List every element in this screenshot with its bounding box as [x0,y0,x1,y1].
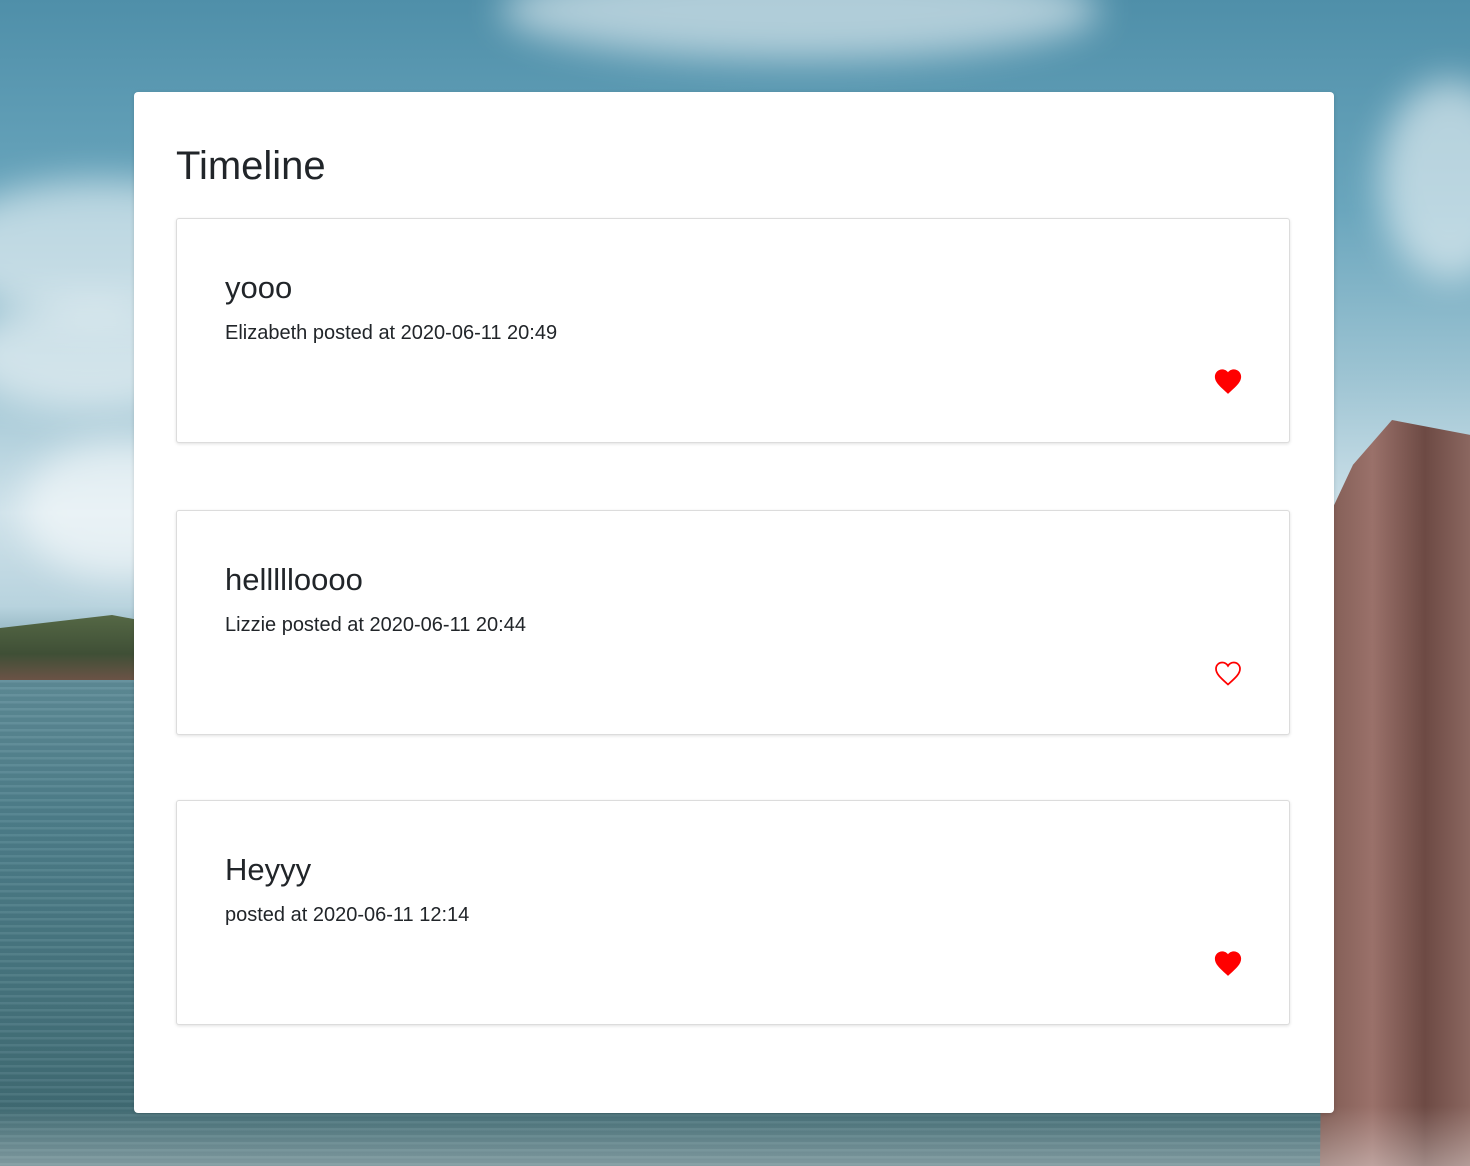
post-card: Heyyy posted at 2020-06-11 12:14 [176,800,1290,1025]
post-title: hellllloooo [225,562,363,597]
post-card: yooo Elizabeth posted at 2020-06-11 20:4… [176,218,1290,443]
post-title: Heyyy [225,852,312,887]
heart-outline-icon[interactable] [1213,659,1243,687]
post-meta: posted at 2020-06-11 12:14 [225,904,470,926]
post-card: hellllloooo Lizzie posted at 2020-06-11 … [176,510,1290,735]
timeline-panel: Timeline yooo Elizabeth posted at 2020-0… [134,92,1334,1113]
post-meta: Lizzie posted at 2020-06-11 20:44 [225,614,526,636]
post-title: yooo [225,270,293,305]
page-title: Timeline [176,144,326,188]
post-meta: Elizabeth posted at 2020-06-11 20:49 [225,322,558,344]
heart-filled-icon[interactable] [1213,367,1243,395]
heart-filled-icon[interactable] [1213,949,1243,977]
